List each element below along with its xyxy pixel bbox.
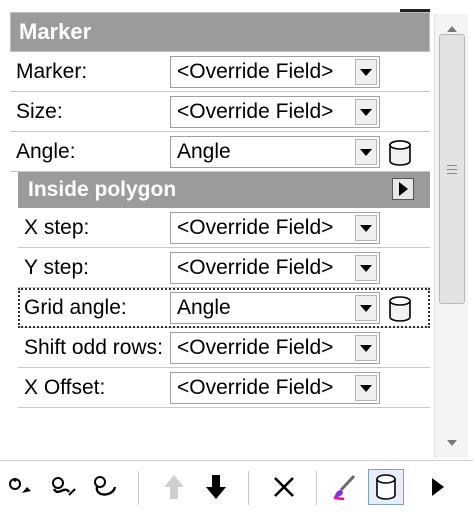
- property-label: Size:: [16, 99, 63, 123]
- top-divider: [400, 0, 430, 12]
- data-driven-button[interactable]: [368, 469, 404, 505]
- section-header-marker: Marker: [10, 12, 430, 52]
- database-icon: [376, 474, 396, 500]
- delete-button[interactable]: [266, 469, 302, 505]
- move-down-icon: [206, 475, 226, 499]
- grip-icon: [447, 164, 457, 174]
- property-row-x-offset: X Offset: <Override Field>: [18, 368, 430, 408]
- toolbar-separator: [138, 471, 139, 505]
- chevron-down-icon: [360, 304, 372, 312]
- combo-value: <Override Field>: [177, 100, 334, 123]
- property-row-grid-angle: Grid angle: Angle: [18, 288, 430, 328]
- brush-button[interactable]: [326, 469, 362, 505]
- toolbar-separator: [248, 471, 249, 505]
- property-row-size: Size: <Override Field>: [10, 92, 430, 132]
- dropdown-button[interactable]: [355, 295, 377, 321]
- property-grid: Marker Marker: <Override Field> Size: <O…: [10, 12, 430, 452]
- move-up-icon: [164, 475, 184, 499]
- chevron-down-icon: [360, 224, 372, 232]
- chevron-down-icon: [360, 344, 372, 352]
- section-title: Marker: [19, 19, 92, 44]
- property-label: X step:: [24, 215, 90, 239]
- expand-button[interactable]: [392, 178, 414, 200]
- play-icon: [398, 182, 408, 196]
- x-step-combo[interactable]: <Override Field>: [170, 212, 380, 244]
- property-label: Marker:: [16, 59, 88, 83]
- combo-value: <Override Field>: [177, 336, 334, 359]
- dropdown-button[interactable]: [355, 139, 377, 165]
- combo-value: <Override Field>: [177, 376, 334, 399]
- dropdown-button[interactable]: [355, 255, 377, 281]
- dropdown-button[interactable]: [355, 215, 377, 241]
- dropdown-button[interactable]: [355, 99, 377, 125]
- property-row-x-step: X step: <Override Field>: [18, 208, 430, 248]
- database-icon[interactable]: [388, 140, 412, 166]
- property-label: Grid angle:: [24, 295, 127, 319]
- dropdown-button[interactable]: [355, 375, 377, 401]
- subsection-title: Inside polygon: [28, 178, 177, 201]
- chevron-down-icon: [360, 108, 372, 116]
- chevron-down-icon: [360, 384, 372, 392]
- database-icon[interactable]: [388, 296, 412, 322]
- combo-value: <Override Field>: [177, 256, 334, 279]
- symbol-toolbar: [0, 460, 473, 514]
- add-symbol-button[interactable]: [4, 469, 40, 505]
- combo-value: Angle: [177, 140, 231, 163]
- y-step-combo[interactable]: <Override Field>: [170, 252, 380, 284]
- scrollbar-thumb[interactable]: [439, 34, 465, 304]
- grid-angle-combo[interactable]: Angle: [170, 292, 380, 324]
- angle-combo[interactable]: Angle: [170, 136, 380, 168]
- chevron-down-icon: [360, 68, 372, 76]
- add-symbol-variant-button[interactable]: [46, 469, 82, 505]
- chevron-down-icon: [360, 148, 372, 156]
- symbol-properties-panel: Marker Marker: <Override Field> Size: <O…: [0, 0, 473, 514]
- marker-combo[interactable]: <Override Field>: [170, 56, 380, 88]
- subsection-inside-polygon: Inside polygon X step: <Override Field> …: [18, 172, 430, 408]
- more-button[interactable]: [420, 469, 456, 505]
- combo-value: <Override Field>: [177, 60, 334, 83]
- property-label: X Offset:: [24, 375, 106, 399]
- dropdown-button[interactable]: [355, 335, 377, 361]
- property-label: Shift odd rows:: [24, 335, 163, 359]
- chevron-up-icon: [447, 26, 457, 32]
- property-row-y-step: Y step: <Override Field>: [18, 248, 430, 288]
- shift-odd-rows-combo[interactable]: <Override Field>: [170, 332, 380, 364]
- x-offset-combo[interactable]: <Override Field>: [170, 372, 380, 404]
- play-icon: [432, 478, 444, 496]
- property-label: Y step:: [24, 255, 89, 279]
- add-symbol-variant-icon: [52, 477, 76, 496]
- dropdown-button[interactable]: [355, 59, 377, 85]
- toolbar-separator: [316, 471, 317, 505]
- property-row-marker: Marker: <Override Field>: [10, 52, 430, 92]
- remove-symbol-icon: [94, 476, 117, 496]
- remove-symbol-button[interactable]: [88, 469, 124, 505]
- size-combo[interactable]: <Override Field>: [170, 96, 380, 128]
- subsection-header: Inside polygon: [18, 172, 430, 208]
- brush-icon: [333, 474, 356, 501]
- chevron-down-icon: [447, 440, 457, 446]
- scroll-down-button[interactable]: [435, 428, 469, 458]
- delete-icon: [274, 477, 294, 497]
- combo-value: <Override Field>: [177, 216, 334, 239]
- combo-value: Angle: [177, 296, 231, 319]
- property-row-shift-odd-rows: Shift odd rows: <Override Field>: [18, 328, 430, 368]
- move-up-button[interactable]: [156, 469, 192, 505]
- property-row-angle: Angle: Angle: [10, 132, 430, 172]
- chevron-down-icon: [360, 264, 372, 272]
- vertical-scrollbar[interactable]: [434, 14, 468, 458]
- move-down-button[interactable]: [198, 469, 234, 505]
- property-label: Angle:: [16, 139, 76, 163]
- add-symbol-icon: [9, 478, 31, 493]
